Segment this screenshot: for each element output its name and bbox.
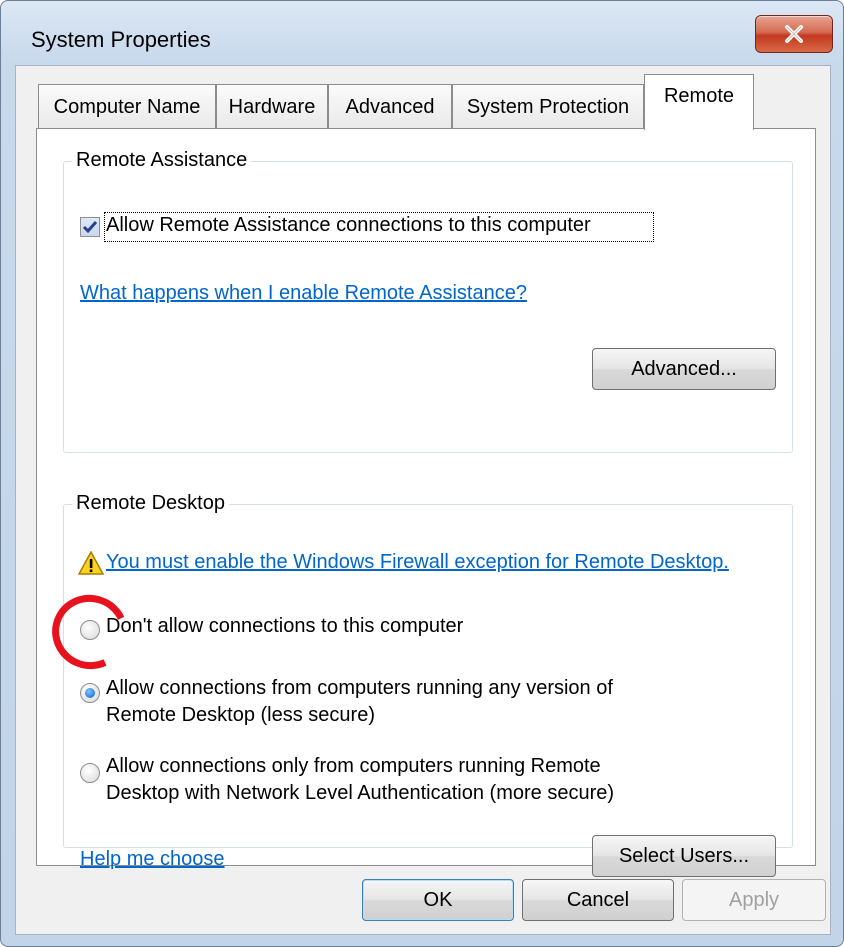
remote-assistance-group: Remote Assistance Allow Remote Assistanc… xyxy=(63,149,793,453)
remote-desktop-label: Remote Desktop xyxy=(72,492,229,515)
select-users-button[interactable]: Select Users... xyxy=(592,835,776,877)
tab-label: System Protection xyxy=(466,96,630,118)
remote-assistance-advanced-button[interactable]: Advanced... xyxy=(592,348,776,390)
warning-icon xyxy=(78,551,104,575)
tab-label: Remote xyxy=(663,85,735,107)
close-button[interactable] xyxy=(755,15,833,53)
radio-allow-any-version-label[interactable]: Allow connections from computers running… xyxy=(106,677,613,700)
firewall-exception-link[interactable]: You must enable the Windows Firewall exc… xyxy=(106,551,729,574)
tab-advanced[interactable]: Advanced xyxy=(328,84,452,128)
dialog-client-area: Computer Name Hardware Advanced System P… xyxy=(15,65,831,935)
tab-system-protection[interactable]: System Protection xyxy=(452,84,644,128)
system-properties-window: System Properties Computer Name Hardware… xyxy=(0,0,844,947)
radio-allow-any-version[interactable] xyxy=(80,683,100,703)
close-icon xyxy=(785,25,803,43)
radio-allow-nla-label[interactable]: Allow connections only from computers ru… xyxy=(106,755,601,778)
radio-allow-nla-only[interactable] xyxy=(80,763,100,783)
allow-remote-assistance-checkbox[interactable] xyxy=(80,217,100,237)
allow-remote-assistance-label[interactable]: Allow Remote Assistance connections to t… xyxy=(106,214,591,237)
tab-remote[interactable]: Remote xyxy=(644,74,754,130)
checkmark-icon xyxy=(82,221,98,234)
tab-computer-name[interactable]: Computer Name xyxy=(38,84,216,128)
help-me-choose-link[interactable]: Help me choose xyxy=(80,848,225,871)
radio-allow-nla-label-line2[interactable]: Desktop with Network Level Authenticatio… xyxy=(106,782,614,805)
remote-tab-panel: Remote Assistance Allow Remote Assistanc… xyxy=(36,128,816,877)
tab-label: Computer Name xyxy=(53,96,201,118)
remote-desktop-group: Remote Desktop You must enable the Windo… xyxy=(63,492,793,877)
tab-label: Advanced xyxy=(345,96,435,118)
title-bar[interactable]: System Properties xyxy=(1,1,843,65)
radio-allow-any-version-label-line2[interactable]: Remote Desktop (less secure) xyxy=(106,704,375,727)
remote-assistance-label: Remote Assistance xyxy=(72,149,252,172)
window-title: System Properties xyxy=(31,27,211,52)
tab-hardware[interactable]: Hardware xyxy=(216,84,328,128)
cancel-button[interactable]: Cancel xyxy=(522,879,674,921)
radio-dont-allow-label[interactable]: Don't allow connections to this computer xyxy=(106,615,463,638)
apply-button[interactable]: Apply xyxy=(682,879,826,921)
remote-assistance-help-link[interactable]: What happens when I enable Remote Assist… xyxy=(80,282,527,305)
ok-button[interactable]: OK xyxy=(362,879,514,921)
tab-label: Hardware xyxy=(228,96,316,118)
